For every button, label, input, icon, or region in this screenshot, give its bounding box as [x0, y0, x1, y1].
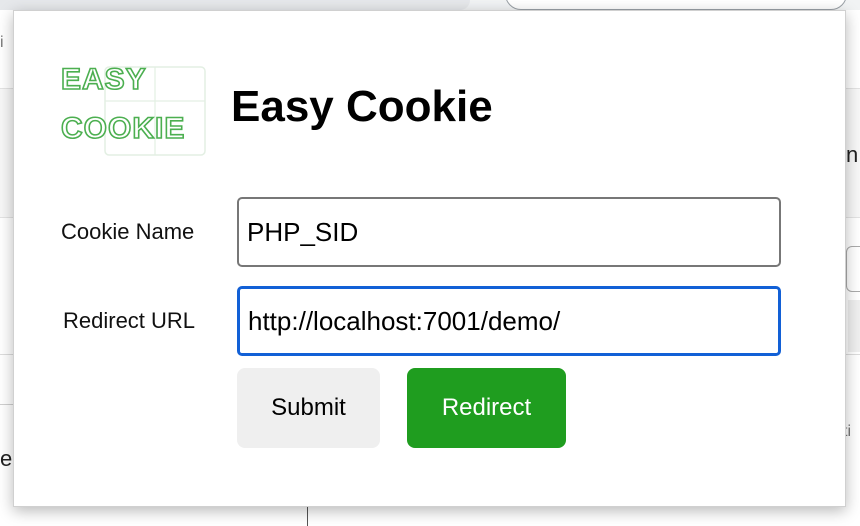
submit-button[interactable]: Submit	[237, 368, 380, 448]
redirect-button[interactable]: Redirect	[407, 368, 566, 448]
logo-text-easy: EASY	[61, 63, 147, 96]
logo-text-cookie: COOKIE	[61, 112, 185, 145]
redirect-url-input[interactable]	[237, 286, 781, 356]
browser-tab[interactable]	[0, 0, 470, 10]
page-vertical-line	[307, 505, 308, 526]
page-text-fragment: i	[0, 34, 4, 51]
app-title: Easy Cookie	[231, 82, 493, 131]
cookie-name-input[interactable]	[237, 197, 781, 267]
browser-address-bar[interactable]	[505, 0, 847, 10]
page-background-box	[848, 300, 860, 352]
page-text-fragment: e	[0, 446, 13, 471]
page-background-input[interactable]	[846, 246, 860, 292]
page-divider-left	[0, 404, 14, 405]
extension-popup: EASY COOKIE Easy Cookie Cookie Name Redi…	[13, 10, 846, 507]
page-text-fragment: n	[846, 142, 859, 167]
easy-cookie-logo: EASY COOKIE	[60, 62, 206, 156]
redirect-url-label: Redirect URL	[63, 308, 196, 333]
cookie-name-label: Cookie Name	[61, 219, 195, 244]
